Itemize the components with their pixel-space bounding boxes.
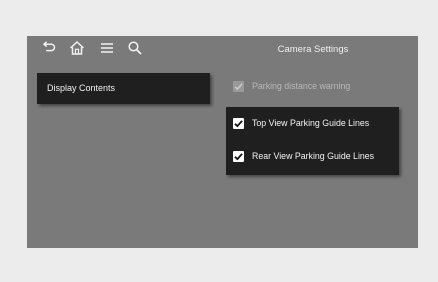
check-icon <box>234 153 243 161</box>
rear-view-guide-lines-checkbox[interactable] <box>233 151 244 162</box>
menu-icon[interactable] <box>99 40 115 56</box>
sidebar-item-label: Display Contents <box>47 83 116 93</box>
setting-parking-distance-warning: Parking distance warning <box>233 79 403 97</box>
top-view-guide-lines-checkbox[interactable] <box>233 118 244 129</box>
setting-rear-view-guide-lines[interactable]: Rear View Parking Guide Lines <box>233 149 397 167</box>
guide-lines-panel: Top View Parking Guide Lines Rear View P… <box>226 107 399 175</box>
setting-label: Rear View Parking Guide Lines <box>252 151 375 161</box>
search-icon[interactable] <box>127 40 143 56</box>
home-icon[interactable] <box>69 40 85 56</box>
check-icon <box>234 120 243 128</box>
setting-label: Parking distance warning <box>252 81 351 91</box>
setting-top-view-guide-lines[interactable]: Top View Parking Guide Lines <box>233 116 397 134</box>
back-icon[interactable] <box>41 40 57 56</box>
screen-title: Camera Settings <box>277 44 349 55</box>
camera-settings-screen: Camera Settings Display Contents Parking… <box>27 36 418 248</box>
setting-label: Top View Parking Guide Lines <box>252 118 370 128</box>
check-icon <box>234 83 243 91</box>
sidebar-item-display-contents[interactable]: Display Contents <box>37 73 210 104</box>
parking-distance-warning-checkbox <box>233 81 244 92</box>
